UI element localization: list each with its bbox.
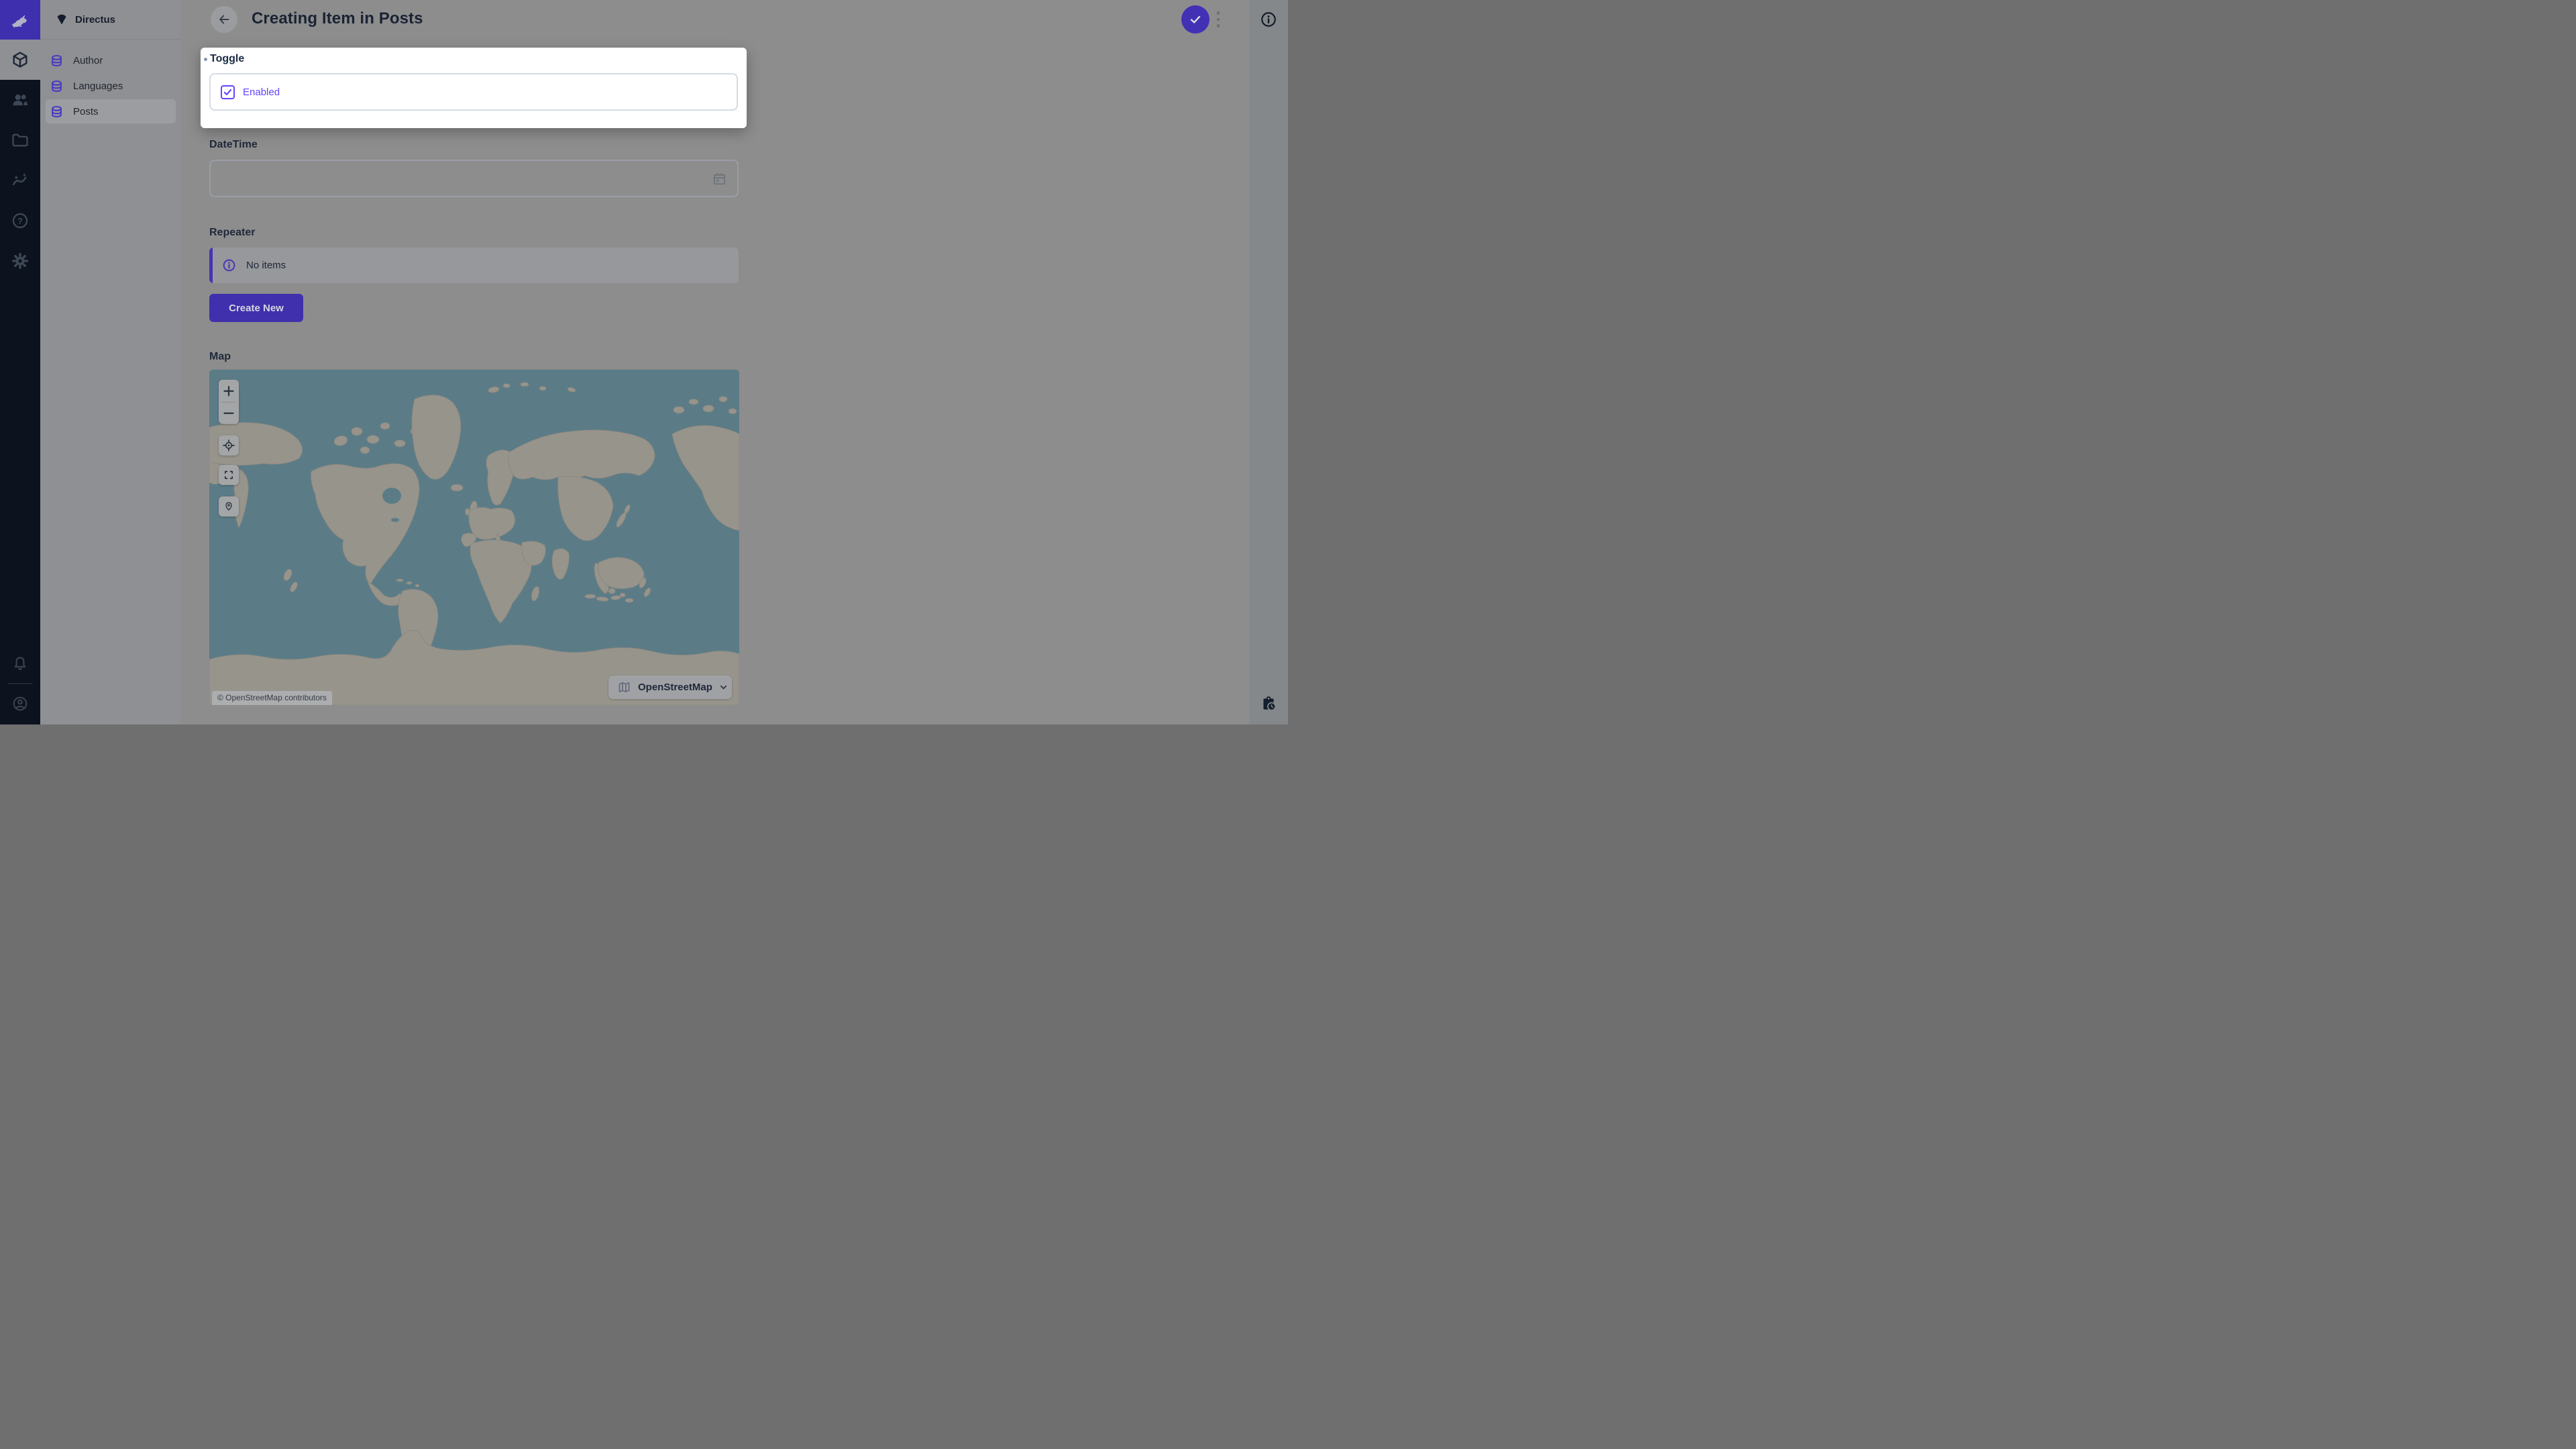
- world-map-image: [209, 370, 739, 705]
- navigation-sidebar: Directus Author Languages Posts: [40, 0, 181, 724]
- zoom-in-button[interactable]: [219, 380, 239, 402]
- fullscreen-button[interactable]: [219, 465, 239, 485]
- toggle-field-input[interactable]: Enabled: [209, 73, 738, 111]
- kebab-menu-icon: [1217, 11, 1220, 15]
- info-icon: [1260, 11, 1277, 28]
- basemap-label: OpenStreetMap: [638, 682, 712, 693]
- datetime-field-label: DateTime: [209, 139, 258, 151]
- plus-icon: [223, 386, 234, 396]
- sidebar-item-author[interactable]: Author: [46, 48, 176, 72]
- toggle-field-label: Toggle: [210, 53, 244, 65]
- module-settings[interactable]: [0, 241, 40, 281]
- chevron-down-icon: [718, 682, 729, 692]
- calendar-icon[interactable]: [712, 171, 727, 186]
- zoom-out-button[interactable]: [219, 402, 239, 424]
- geolocate-icon: [222, 439, 235, 452]
- insights-icon: [11, 171, 30, 190]
- revisions-sidebar-button[interactable]: [1260, 695, 1277, 712]
- box-icon: [11, 50, 30, 69]
- basemap-selector[interactable]: OpenStreetMap: [608, 676, 732, 699]
- module-bar: ?: [0, 0, 40, 724]
- sidebar-item-posts[interactable]: Posts: [46, 99, 176, 123]
- page-title: Creating Item in Posts: [252, 9, 423, 28]
- users-icon: [11, 91, 30, 109]
- arrow-left-icon: [217, 12, 231, 27]
- module-content[interactable]: [0, 40, 40, 80]
- project-name: Directus: [75, 14, 115, 25]
- notifications-button[interactable]: [0, 643, 40, 684]
- fullscreen-icon: [223, 469, 235, 481]
- revisions-clock-icon: [1260, 695, 1277, 712]
- info-sidebar-button[interactable]: [1260, 11, 1277, 28]
- geolocate-button[interactable]: [219, 435, 239, 455]
- checkbox-checked[interactable]: [221, 85, 235, 99]
- sidebar-item-label: Posts: [73, 106, 99, 117]
- module-insights[interactable]: [0, 160, 40, 201]
- minus-icon: [223, 408, 234, 419]
- project-chooser[interactable]: Directus: [40, 0, 181, 40]
- save-button[interactable]: [1181, 5, 1210, 34]
- repeater-empty-notice: No items: [209, 248, 739, 283]
- help-icon: ?: [11, 211, 30, 230]
- map-fold-icon: [617, 680, 631, 694]
- map-canvas[interactable]: © OpenStreetMap contributors OpenStreetM…: [209, 370, 739, 705]
- app-window: ?: [0, 0, 1288, 724]
- database-icon: [50, 80, 63, 93]
- repeater-empty-text: No items: [246, 260, 286, 271]
- sidebar-item-label: Languages: [73, 80, 123, 92]
- check-icon: [223, 87, 233, 97]
- toggle-value-label: Enabled: [243, 87, 280, 98]
- account-button[interactable]: [0, 684, 40, 724]
- more-options-button[interactable]: [1212, 6, 1225, 33]
- sidebar-item-label: Author: [73, 55, 103, 66]
- sidebar-item-languages[interactable]: Languages: [46, 74, 176, 98]
- create-new-button[interactable]: Create New: [209, 294, 303, 322]
- create-new-label: Create New: [229, 303, 284, 314]
- bell-icon: [11, 655, 29, 672]
- add-location-icon: [222, 500, 235, 513]
- map-attribution[interactable]: © OpenStreetMap contributors: [212, 691, 332, 705]
- account-circle-icon: [11, 695, 29, 712]
- back-button[interactable]: [211, 6, 237, 33]
- database-icon: [50, 54, 63, 67]
- module-user-directory[interactable]: [0, 80, 40, 120]
- settings-icon: [11, 252, 30, 270]
- field-edited-dot: [204, 58, 207, 61]
- datetime-input[interactable]: [209, 160, 739, 197]
- map-field-label: Map: [209, 351, 231, 363]
- project-fan-icon: [55, 13, 68, 26]
- database-icon: [50, 105, 63, 118]
- repeater-field-label: Repeater: [209, 227, 255, 239]
- folder-icon: [11, 131, 30, 150]
- module-help[interactable]: ?: [0, 201, 40, 241]
- info-icon: [222, 258, 236, 272]
- right-sidebar-collapsed: [1249, 0, 1288, 724]
- module-file-library[interactable]: [0, 120, 40, 160]
- check-icon: [1188, 12, 1203, 27]
- toggle-field-spotlight-card: Toggle Enabled: [201, 48, 747, 128]
- add-location-button[interactable]: [219, 496, 239, 517]
- svg-text:?: ?: [17, 216, 23, 226]
- directus-logo-button[interactable]: [0, 0, 40, 40]
- map-zoom-controls: [219, 380, 239, 424]
- notice-accent-bar: [209, 248, 213, 283]
- rabbit-logo-icon: [8, 8, 32, 32]
